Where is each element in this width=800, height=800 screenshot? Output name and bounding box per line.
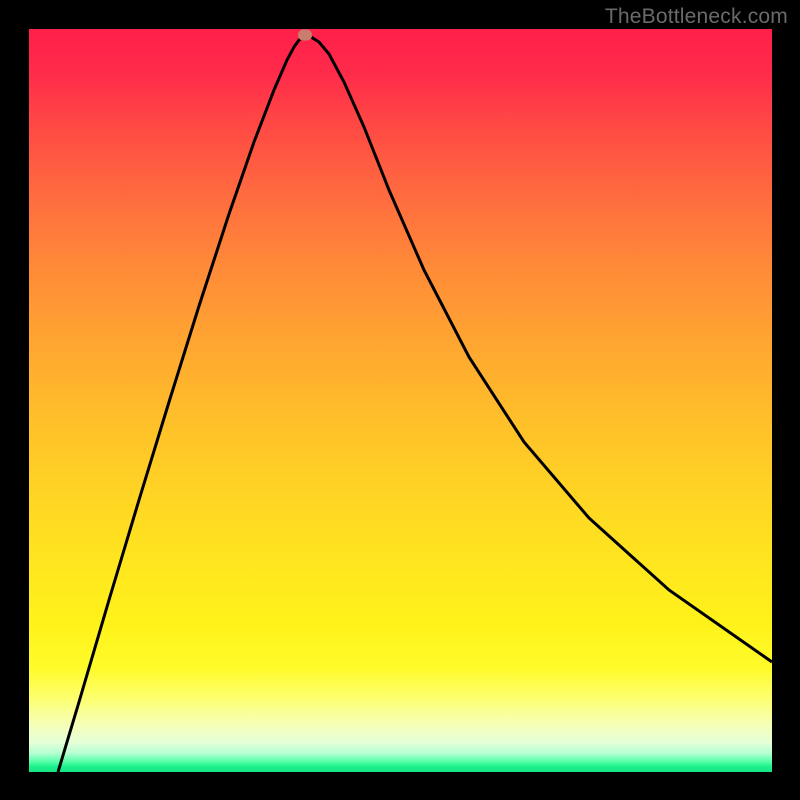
chart-plot-area — [29, 29, 772, 772]
bottleneck-curve-svg — [29, 29, 772, 772]
optimum-marker — [298, 30, 312, 41]
bottleneck-curve-path — [58, 37, 772, 772]
watermark-text: TheBottleneck.com — [605, 5, 788, 29]
